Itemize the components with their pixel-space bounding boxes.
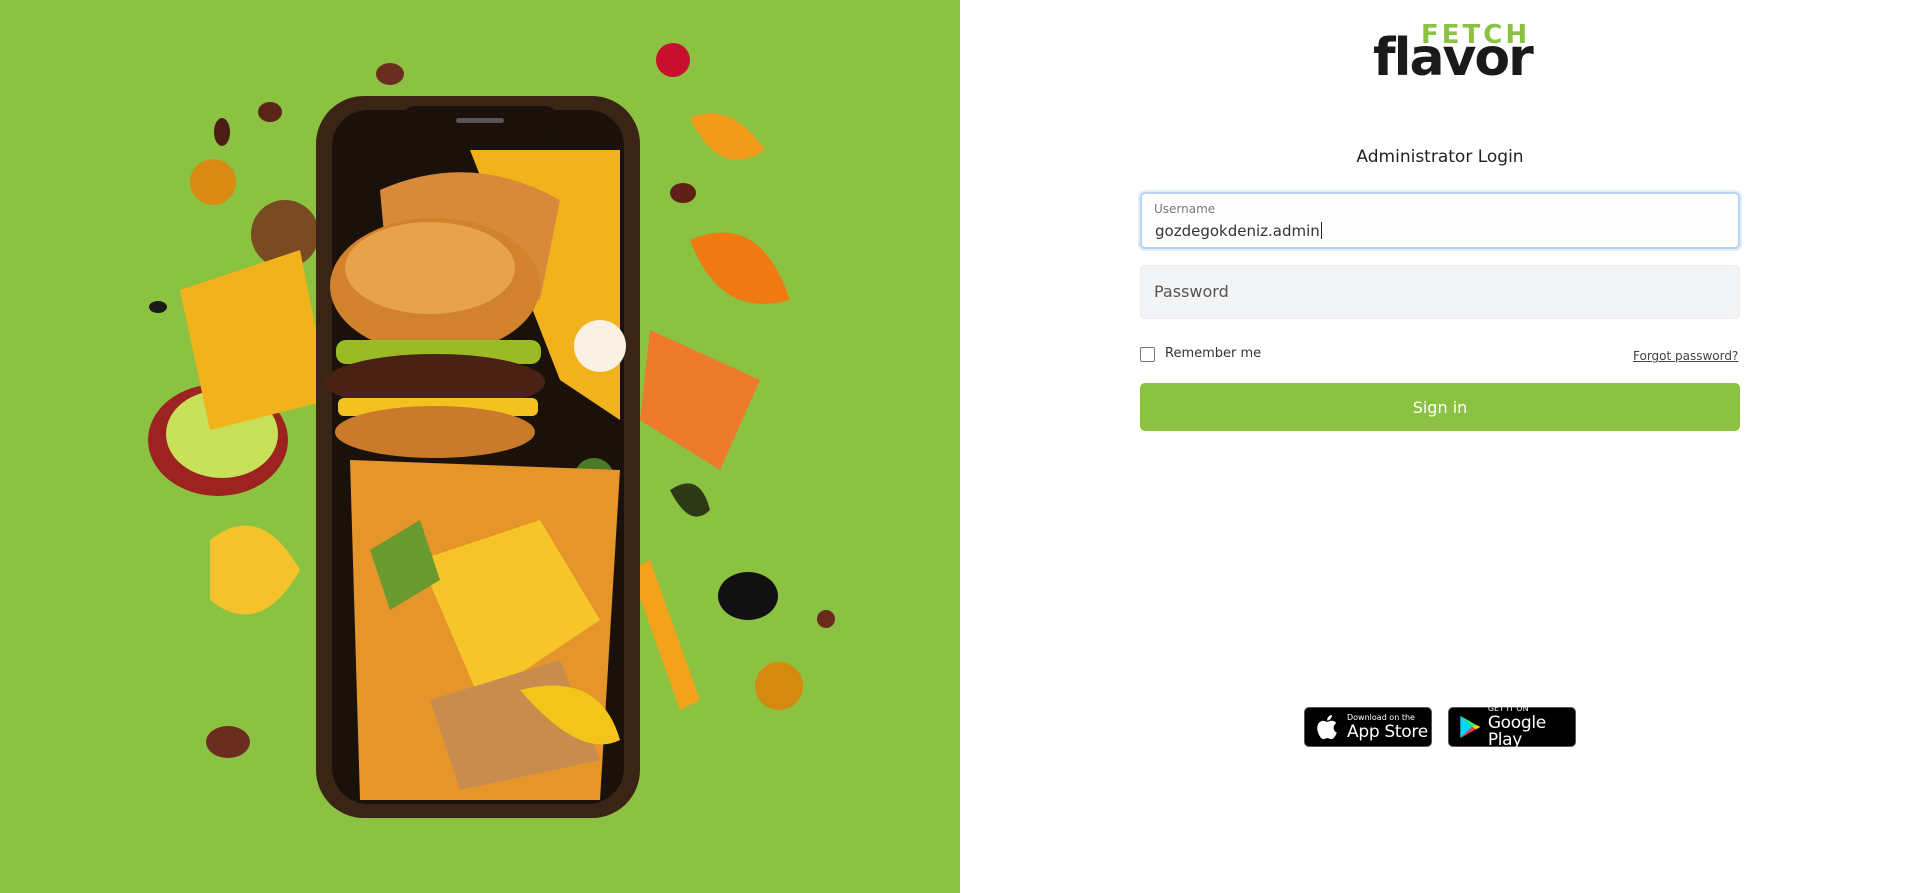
password-field[interactable]: Password: [1140, 265, 1740, 319]
google-play-big-text: Google Play: [1487, 713, 1546, 750]
olive-piece: [258, 102, 282, 122]
text-caret: [1320, 222, 1322, 239]
google-play-small-text: GET IT ON: [1487, 704, 1529, 713]
username-field[interactable]: Username gozdegokdeniz.admin: [1140, 192, 1740, 249]
remember-me: Remember me: [1140, 344, 1261, 362]
hero-illustration: [148, 43, 835, 818]
olive-piece: [214, 118, 230, 146]
sign-in-button[interactable]: Sign in: [1140, 383, 1740, 431]
fries-piece: [630, 560, 700, 710]
bun-highlight: [345, 222, 515, 314]
cherry-piece: [656, 43, 690, 77]
app-store-big-text: App Store: [1347, 721, 1428, 742]
username-label: Username: [1154, 202, 1216, 216]
olive-piece: [670, 183, 696, 203]
apple-icon: [1317, 715, 1337, 740]
olive-piece: [206, 726, 250, 758]
phone-speaker: [456, 118, 504, 123]
page-title: Administrator Login: [1356, 147, 1524, 167]
hero-panel: [0, 0, 960, 893]
honey-drop: [190, 159, 236, 205]
google-play-badge[interactable]: GET IT ON Google Play: [1448, 704, 1576, 750]
remember-label[interactable]: Remember me: [1165, 346, 1261, 361]
leaf-piece: [670, 483, 710, 517]
forgot-password-link[interactable]: Forgot password?: [1633, 349, 1738, 363]
fetch-flavor-logo: FETCH flavor: [1365, 18, 1534, 88]
orange-slice: [690, 113, 765, 160]
olive-piece: [376, 63, 404, 85]
username-value: gozdegokdeniz.admin: [1155, 222, 1320, 240]
honey-drop: [755, 662, 803, 710]
app-store-small-text: Download on the: [1347, 712, 1415, 722]
olive-piece: [149, 301, 167, 313]
logo-flavor-text: flavor: [1373, 28, 1534, 88]
username-input[interactable]: gozdegokdeniz.admin: [1155, 222, 1322, 240]
bun-bottom: [335, 406, 535, 458]
google-play-icon: [1460, 715, 1481, 739]
app-store-badge[interactable]: Download on the App Store: [1304, 707, 1432, 747]
sign-in-label: Sign in: [1412, 397, 1468, 417]
remember-checkbox[interactable]: [1140, 347, 1155, 362]
orange-peel: [690, 232, 790, 304]
password-placeholder: Password: [1154, 282, 1229, 301]
olive-piece: [817, 610, 835, 628]
carrot-piece: [640, 330, 760, 470]
chips-piece: [210, 525, 300, 615]
egg-slice: [574, 320, 626, 372]
olive-black: [718, 572, 778, 620]
login-panel: FETCH flavor Administrator Login Usernam…: [960, 0, 1920, 893]
